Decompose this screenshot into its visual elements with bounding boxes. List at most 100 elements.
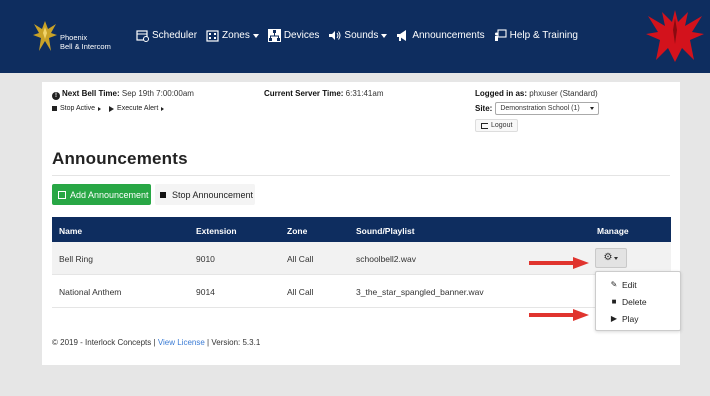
trash-icon: ■ bbox=[611, 297, 617, 306]
server-time-label: Current Server Time: bbox=[264, 89, 344, 98]
view-license-link[interactable]: View License bbox=[158, 338, 205, 347]
nav-item-scheduler[interactable]: Scheduler bbox=[136, 29, 197, 42]
stop-active-label: Stop Active bbox=[60, 105, 96, 112]
manage-dropdown-menu: ✎ Edit ■ Delete ▶ Play bbox=[595, 271, 681, 331]
chevron-down-icon bbox=[590, 107, 595, 110]
menu-item-edit[interactable]: ✎ Edit bbox=[596, 276, 682, 293]
logo-line2: Bell & Intercom bbox=[60, 42, 111, 51]
page-title: Announcements bbox=[52, 149, 188, 168]
nav-item-announcements[interactable]: Announcements bbox=[396, 29, 485, 42]
table-header: Name Extension Zone Sound/Playlist Manag… bbox=[52, 217, 671, 242]
chevron-down-icon bbox=[614, 256, 619, 260]
stop-active-button[interactable]: Stop Active bbox=[52, 105, 102, 112]
top-navbar: Phoenix Bell & Intercom Scheduler Zones … bbox=[0, 0, 710, 73]
server-time: Current Server Time: 6:31:41am bbox=[264, 89, 383, 98]
column-header-manage: Manage bbox=[597, 226, 629, 236]
next-bell-label: Next Bell Time: bbox=[62, 89, 120, 98]
menu-item-label: Delete bbox=[622, 296, 647, 307]
phoenix-logo-icon bbox=[33, 21, 57, 51]
logged-in-label: Logged in as: bbox=[475, 89, 527, 98]
caret-right-icon bbox=[161, 106, 165, 111]
logged-in-value: phxuser (Standard) bbox=[529, 89, 598, 98]
stop-icon bbox=[160, 191, 166, 198]
manage-menu-button[interactable]: ⚙ bbox=[595, 248, 627, 268]
speaker-icon bbox=[329, 31, 341, 40]
logout-label: Logout bbox=[491, 122, 513, 129]
app-logo[interactable]: Phoenix Bell & Intercom bbox=[32, 17, 124, 57]
next-bell-value: Sep 19th 7:00:00am bbox=[121, 89, 194, 98]
play-icon bbox=[109, 105, 115, 112]
menu-item-play[interactable]: ▶ Play bbox=[596, 310, 682, 327]
person-board-icon bbox=[494, 29, 507, 41]
table-row: National Anthem 9014 All Call 3_the_star… bbox=[52, 275, 671, 308]
cogs-icon: ⚙ bbox=[603, 252, 613, 263]
cell-name: National Anthem bbox=[59, 287, 122, 297]
column-header-zone: Zone bbox=[287, 226, 308, 236]
user-panel: Logged in as: phxuser (Standard) Site: D… bbox=[475, 89, 600, 132]
bell-actions: Stop Active Execute Alert bbox=[52, 105, 194, 112]
menu-item-delete[interactable]: ■ Delete bbox=[596, 293, 682, 310]
chevron-down-icon bbox=[252, 33, 259, 38]
page-footer: © 2019 - Interlock Concepts | View Licen… bbox=[52, 338, 260, 347]
nav-item-zones[interactable]: Zones bbox=[206, 29, 259, 42]
main-card: ! Next Bell Time: Sep 19th 7:00:00am Stop… bbox=[42, 82, 680, 365]
footer-copyright: © 2019 - Interlock Concepts | bbox=[52, 338, 156, 347]
building-icon bbox=[206, 30, 219, 42]
server-time-value: 6:31:41am bbox=[345, 89, 384, 98]
next-bell-line: ! Next Bell Time: Sep 19th 7:00:00am bbox=[52, 89, 194, 100]
network-icon bbox=[267, 29, 281, 42]
column-header-extension: Extension bbox=[196, 226, 237, 236]
chevron-down-icon bbox=[381, 33, 388, 38]
nav-item-devices[interactable]: Devices bbox=[267, 29, 320, 42]
cell-sound: 3_the_star_spangled_banner.wav bbox=[356, 287, 484, 297]
phoenix-emblem-icon bbox=[646, 10, 704, 62]
annotation-arrow-icon bbox=[529, 309, 589, 321]
cell-zone: All Call bbox=[287, 287, 314, 297]
logout-button[interactable]: Logout bbox=[475, 119, 519, 132]
logo-line1: Phoenix bbox=[60, 33, 88, 42]
site-select-value: Demonstration School (1) bbox=[500, 105, 580, 112]
stop-announcement-button[interactable]: Stop Announcement bbox=[155, 184, 255, 205]
stop-announcement-label: Stop Announcement bbox=[172, 189, 254, 200]
play-icon: ▶ bbox=[610, 314, 618, 323]
menu-item-label: Edit bbox=[622, 279, 637, 290]
site-label: Site: bbox=[475, 104, 493, 113]
calendar-clock-icon bbox=[136, 30, 149, 42]
app-logo-text: Phoenix Bell & Intercom bbox=[60, 33, 111, 51]
nav-label: Scheduler bbox=[152, 30, 198, 41]
annotation-arrow-icon bbox=[529, 257, 589, 269]
site-row: Site: Demonstration School (1) bbox=[475, 102, 600, 115]
nav-label: Announcements bbox=[412, 30, 485, 41]
menu-item-label: Play bbox=[622, 313, 639, 324]
cell-name: Bell Ring bbox=[59, 254, 94, 264]
add-announcement-label: Add Announcement bbox=[70, 189, 149, 200]
logged-in-line: Logged in as: phxuser (Standard) bbox=[475, 89, 599, 98]
next-bell-panel: ! Next Bell Time: Sep 19th 7:00:00am Stop… bbox=[52, 89, 194, 112]
add-announcement-button[interactable]: Add Announcement bbox=[52, 184, 151, 205]
cell-extension: 9014 bbox=[196, 287, 215, 297]
column-header-name: Name bbox=[59, 226, 83, 236]
cell-extension: 9010 bbox=[196, 254, 215, 264]
nav-item-sounds[interactable]: Sounds bbox=[328, 29, 388, 42]
cell-zone: All Call bbox=[287, 254, 314, 264]
site-select[interactable]: Demonstration School (1) bbox=[495, 102, 600, 115]
pencil-icon: ✎ bbox=[610, 280, 618, 289]
execute-alert-button[interactable]: Execute Alert bbox=[109, 105, 165, 112]
footer-version: | Version: 5.3.1 bbox=[207, 338, 261, 347]
info-icon: ! bbox=[52, 92, 60, 100]
sign-out-icon bbox=[481, 122, 488, 129]
nav-menu: Scheduler Zones Devices Sounds Announcem… bbox=[136, 29, 587, 42]
nav-label: Help & Training bbox=[509, 30, 578, 41]
stop-icon bbox=[52, 106, 57, 111]
execute-alert-label: Execute Alert bbox=[117, 105, 159, 112]
cell-sound: schoolbell2.wav bbox=[356, 254, 417, 264]
nav-item-help-training[interactable]: Help & Training bbox=[494, 29, 578, 42]
megaphone-icon bbox=[397, 30, 407, 41]
nav-label: Zones bbox=[222, 30, 250, 41]
nav-label: Sounds bbox=[344, 30, 379, 41]
caret-right-icon bbox=[98, 106, 102, 111]
divider bbox=[52, 175, 670, 176]
edit-square-icon bbox=[58, 190, 66, 199]
nav-label: Devices bbox=[283, 30, 320, 41]
column-header-sound: Sound/Playlist bbox=[356, 226, 415, 236]
